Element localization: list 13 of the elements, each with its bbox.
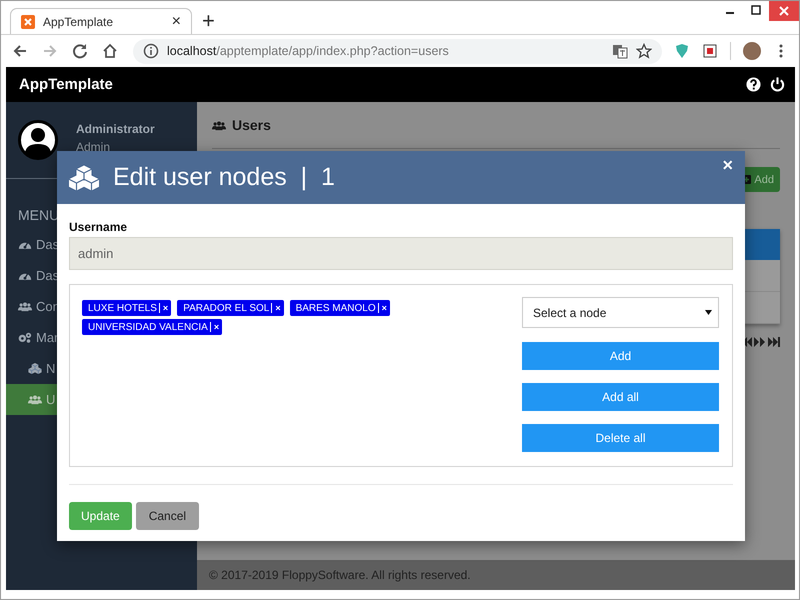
tab-title: AppTemplate — [43, 14, 114, 28]
user-name: Administrator — [76, 122, 155, 136]
field-label: Username — [69, 220, 128, 234]
page-title: Users — [232, 117, 271, 133]
tag-label: BARES MANOLO — [296, 302, 376, 314]
url-text: localhost/apptemplate/app/index.php?action=users — [167, 44, 450, 58]
user-role: Admin — [76, 140, 112, 154]
dialog-title: Edit user nodes | 1 — [113, 163, 335, 192]
tag-label: UNIVERSIDAD VALENCIA — [88, 322, 208, 332]
footer-text: © 2017-2019 FloppySoftware. All rights reserved. — [197, 560, 795, 590]
app-title: AppTemplate — [19, 76, 114, 93]
tag-label: PARADOR EL SOL — [183, 302, 270, 314]
tag-label: LUXE HOTELS — [88, 302, 157, 314]
